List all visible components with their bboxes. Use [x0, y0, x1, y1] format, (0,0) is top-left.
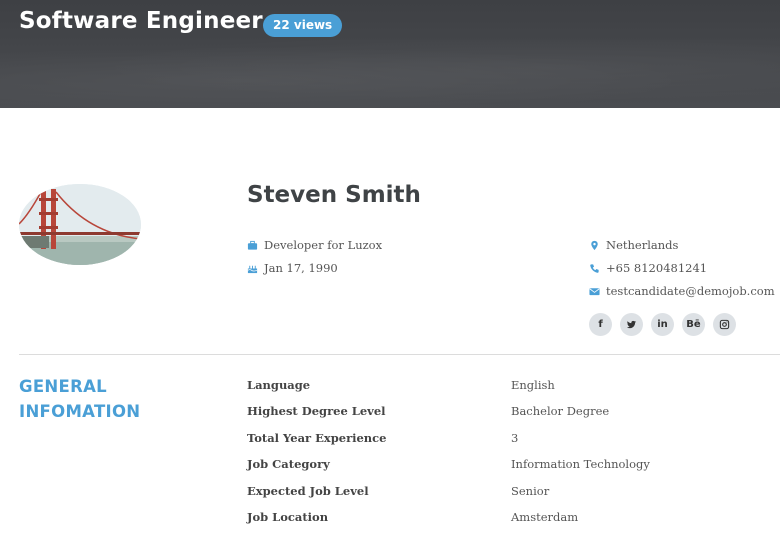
info-label: Job Location [247, 510, 329, 524]
info-value: 3 [511, 431, 519, 445]
section-divider [19, 354, 780, 355]
behance-icon: Bē [686, 319, 701, 330]
page-title: Software Engineer [19, 8, 263, 34]
hero-banner: Software Engineer 22 views [0, 0, 780, 108]
map-marker-icon [589, 240, 600, 251]
avatar-photo [19, 184, 141, 265]
info-value: Information Technology [511, 457, 650, 471]
info-value: Bachelor Degree [511, 404, 610, 418]
email-link[interactable]: testcandidate@demojob.com [606, 284, 775, 298]
position-text: Developer for Luzox [264, 238, 383, 252]
info-label: Total Year Experience [247, 431, 387, 445]
views-badge: 22 views [263, 14, 343, 37]
behance-button[interactable]: Bē [682, 313, 705, 336]
heading-line-1: GENERAL [19, 377, 107, 396]
info-value: Amsterdam [511, 510, 579, 524]
instagram-button[interactable] [713, 313, 736, 336]
email-info[interactable]: testcandidate@demojob.com [589, 284, 775, 298]
social-links: f in Bē [589, 313, 736, 336]
info-label: Job Category [247, 457, 330, 471]
linkedin-button[interactable]: in [651, 313, 674, 336]
heading-line-2: INFOMATION [19, 402, 141, 421]
avatar [19, 184, 141, 265]
birth-date-info: Jan 17, 1990 [247, 261, 338, 275]
phone-text: +65 8120481241 [606, 261, 708, 275]
cake-icon [247, 263, 258, 274]
info-label: Highest Degree Level [247, 404, 386, 418]
info-value: English [511, 378, 555, 392]
envelope-icon [589, 286, 600, 297]
location-text: Netherlands [606, 238, 679, 252]
info-row-experience: Total Year Experience 3 [247, 431, 780, 449]
info-value: Senior [511, 484, 550, 498]
general-info-heading: GENERAL INFOMATION [19, 374, 219, 424]
info-label: Expected Job Level [247, 484, 369, 498]
linkedin-icon: in [657, 319, 668, 330]
info-row-location: Job Location Amsterdam [247, 510, 780, 528]
info-row-category: Job Category Information Technology [247, 457, 780, 475]
twitter-icon [626, 319, 637, 330]
info-row-language: Language English [247, 378, 780, 396]
info-row-job-level: Expected Job Level Senior [247, 484, 780, 502]
briefcase-icon [247, 240, 258, 251]
phone-info: +65 8120481241 [589, 261, 707, 275]
info-label: Language [247, 378, 311, 392]
facebook-button[interactable]: f [589, 313, 612, 336]
location-info: Netherlands [589, 238, 678, 252]
candidate-name: Steven Smith [247, 182, 421, 208]
facebook-icon: f [598, 319, 603, 330]
info-row-degree: Highest Degree Level Bachelor Degree [247, 404, 780, 422]
instagram-icon [719, 319, 730, 330]
position-info: Developer for Luzox [247, 238, 382, 252]
birth-date-text: Jan 17, 1990 [264, 261, 338, 275]
twitter-button[interactable] [620, 313, 643, 336]
phone-icon [589, 263, 600, 274]
hero-background [0, 40, 780, 108]
